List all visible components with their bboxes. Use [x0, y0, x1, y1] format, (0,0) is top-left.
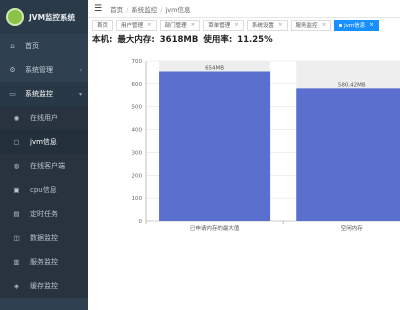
tab-5[interactable]: 服务监控 ×: [290, 19, 332, 31]
usage-value: 11.25%: [237, 35, 273, 45]
max-memory-value: 3618MB: [159, 35, 199, 45]
sidebar: JVM监控系统 ⌂ 首页 ⚙ 系统管理 ‹ ▭ 系统监控 ▾ ◉ 在线用户 ▢ jvm信息 ◍ 在线客户端…: [0, 0, 88, 310]
submenu-item-label: 缓存监控: [30, 282, 58, 290]
bar-value-label: 654MB: [205, 66, 224, 72]
submenu-item-label: jvm信息: [30, 138, 57, 146]
breadcrumb-section[interactable]: 系统监控: [131, 6, 157, 14]
x-tick-label: 已申请内存的最大值: [190, 224, 240, 232]
bar: [159, 71, 271, 221]
gear-icon: ⚙: [9, 66, 16, 74]
user-icon: ◉: [13, 114, 20, 122]
cache-monitor-icon: ◈: [14, 282, 19, 290]
submenu-item-1[interactable]: ▢ jvm信息: [0, 130, 88, 154]
submenu-item-label: 服务监控: [30, 258, 58, 266]
sidebar-item-0[interactable]: ⌂ 首页: [0, 34, 88, 58]
bar: [296, 88, 400, 221]
sidebar-menu: ⌂ 首页 ⚙ 系统管理 ‹ ▭ 系统监控 ▾ ◉ 在线用户 ▢ jvm信息 ◍ 在线客户端 ▣ cpu信息 ▤ 定…: [0, 34, 88, 298]
sidebar-item-label: 首页: [25, 42, 39, 50]
usage-label: 使用率:: [203, 35, 233, 45]
y-tick-label: 100: [132, 196, 143, 202]
close-icon[interactable]: ×: [278, 22, 283, 28]
submenu-item-label: 数据监控: [30, 234, 58, 242]
close-icon[interactable]: ×: [322, 22, 327, 28]
page-tabs: 首页 用户管理 × 部门管理 × 菜单管理 × 系统设置 × 服务监控 × jvm信息 ×: [88, 18, 400, 32]
breadcrumb-home[interactable]: 首页: [110, 6, 123, 14]
chevron-down-icon: ▾: [78, 90, 82, 98]
cache-icon: ▥: [13, 258, 20, 266]
submenu-item-6[interactable]: ▥ 服务监控: [0, 250, 88, 274]
tab-label: 部门管理: [164, 23, 187, 29]
tab-3[interactable]: 菜单管理 ×: [203, 19, 244, 31]
sidebar-item-1[interactable]: ⚙ 系统管理 ‹: [0, 58, 88, 82]
submenu-item-5[interactable]: ◫ 数据监控: [0, 226, 88, 250]
monitor-icon: ▭: [9, 90, 16, 98]
tab-6[interactable]: jvm信息 ×: [334, 19, 379, 31]
tab-2[interactable]: 部门管理 ×: [159, 19, 201, 31]
max-memory-label: 最大内存:: [117, 35, 155, 45]
submenu-item-label: 在线客户端: [30, 162, 65, 170]
sidebar-submenu: ◉ 在线用户 ▢ jvm信息 ◍ 在线客户端 ▣ cpu信息 ▤ 定时任务 ◫ 数据监控 ▥ 服务监控 ◈ 缓…: [0, 106, 88, 298]
logo-icon: [6, 8, 24, 26]
close-icon[interactable]: ×: [369, 22, 374, 28]
y-tick-label: 400: [132, 128, 143, 134]
y-tick-label: 500: [132, 105, 143, 111]
cpu-icon: ▣: [13, 186, 20, 194]
app-title: JVM监控系统: [29, 12, 76, 22]
close-icon[interactable]: ×: [234, 22, 239, 28]
memory-chart: 0 100 200 300 400 500 600 700 654MB 已申请内存的最大值 580.…: [88, 50, 400, 310]
host-label: 本机:: [92, 35, 113, 45]
close-icon[interactable]: ×: [147, 22, 152, 28]
sidebar-item-label: 系统管理: [25, 66, 53, 74]
home-icon: ⌂: [10, 42, 15, 50]
submenu-item-label: cpu信息: [30, 186, 57, 194]
y-tick-label: 600: [132, 82, 143, 88]
topbar: ☰ 首页 / 系统监控 / jvm信息: [88, 0, 400, 18]
memory-summary: 本机: 最大内存: 3618MB 使用率: 11.25%: [92, 33, 275, 45]
tab-label: 服务监控: [295, 23, 318, 29]
submenu-item-label: 在线用户: [30, 114, 58, 122]
submenu-item-label: 定时任务: [30, 210, 58, 218]
submenu-item-2[interactable]: ◍ 在线客户端: [0, 154, 88, 178]
submenu-item-0[interactable]: ◉ 在线用户: [0, 106, 88, 130]
tab-1[interactable]: 用户管理 ×: [116, 19, 157, 31]
chevron-left-icon: ‹: [79, 66, 82, 74]
sidebar-item-2[interactable]: ▭ 系统监控 ▾: [0, 82, 88, 106]
task-icon: ▤: [13, 210, 20, 218]
y-tick-label: 200: [132, 173, 143, 179]
submenu-item-4[interactable]: ▤ 定时任务: [0, 202, 88, 226]
sidebar-item-label: 系统监控: [25, 90, 53, 98]
active-dot-icon: [339, 23, 343, 27]
breadcrumb-current: jvm信息: [165, 5, 191, 14]
close-icon[interactable]: ×: [191, 22, 196, 28]
jvm-icon: ▢: [13, 138, 20, 146]
y-tick-label: 700: [132, 59, 143, 65]
tab-label: 系统设置: [251, 23, 274, 29]
tab-label: 用户管理: [121, 23, 144, 29]
memory-bar-chart: 0 100 200 300 400 500 600 700 654MB 已申请内存的最大值 580.…: [132, 59, 400, 232]
submenu-item-3[interactable]: ▣ cpu信息: [0, 178, 88, 202]
x-tick-label: 空闲内存: [341, 224, 364, 232]
tab-label: 菜单管理: [208, 23, 231, 29]
tab-0[interactable]: 首页: [92, 19, 114, 31]
submenu-item-7[interactable]: ◈ 缓存监控: [0, 274, 88, 298]
breadcrumb: 首页 / 系统监控 / jvm信息: [110, 5, 191, 14]
tab-label: 首页: [97, 23, 109, 29]
server-icon: ◍: [13, 162, 20, 170]
bar-value-label: 580.42MB: [338, 82, 366, 88]
tab-4[interactable]: 系统设置 ×: [246, 19, 288, 31]
app-logo-row: JVM监控系统: [0, 0, 88, 34]
y-tick-label: 0: [139, 219, 143, 225]
y-tick-label: 300: [132, 150, 143, 156]
menu-toggle-icon[interactable]: ☰: [94, 4, 102, 14]
tab-label: jvm信息: [344, 23, 366, 29]
database-icon: ◫: [13, 234, 20, 242]
